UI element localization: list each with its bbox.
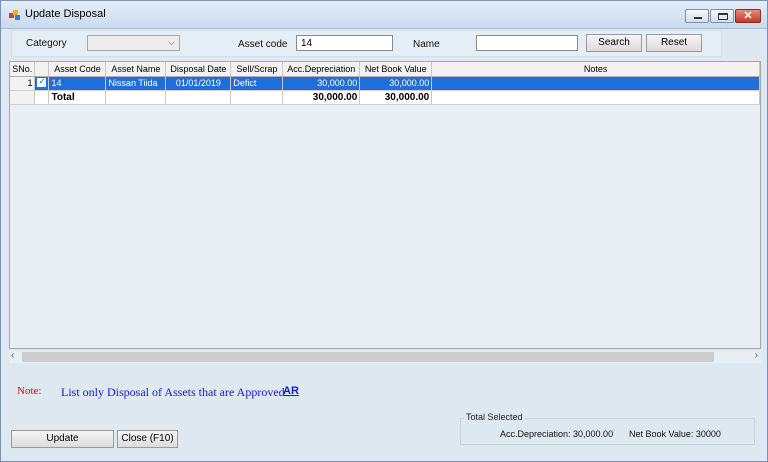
chevron-down-icon: ⌵	[168, 37, 175, 47]
close-window-button[interactable]: ✕	[735, 9, 761, 23]
total-row: Total 30,000.00 30,000.00	[10, 90, 760, 105]
asset-code-input[interactable]	[296, 35, 393, 51]
close-icon: ✕	[743, 10, 753, 22]
title-bar[interactable]: Update Disposal ✕	[1, 1, 767, 29]
column-header-asset-name[interactable]: Asset Name	[105, 62, 167, 77]
column-header-asset-code[interactable]: Asset Code	[48, 62, 107, 77]
row-sno: 1	[10, 76, 36, 91]
row-acc-depreciation: 30,000.00	[282, 76, 361, 91]
row-notes[interactable]	[431, 76, 760, 91]
total-acc-depreciation: 30,000.00	[282, 90, 361, 105]
name-label: Name	[413, 39, 440, 50]
note-text: List only Disposal of Assets that are Ap…	[61, 385, 288, 399]
minimize-button[interactable]	[685, 9, 709, 23]
note-label: Note:	[17, 385, 42, 397]
row-sell-scrap: Defict	[230, 76, 284, 91]
column-header-acc-depreciation[interactable]: Acc.Depreciation	[282, 62, 361, 77]
disposal-grid[interactable]: SNo. Asset Code Asset Name Disposal Date…	[9, 61, 761, 349]
name-input[interactable]	[476, 35, 578, 51]
row-asset-name: Nissan Tiida	[105, 76, 167, 91]
column-header-sno[interactable]: SNo.	[10, 62, 36, 77]
category-select[interactable]: ⌵	[87, 35, 180, 51]
ar-link[interactable]: AR	[283, 385, 299, 397]
column-header-sell-scrap[interactable]: Sell/Scrap	[230, 62, 284, 77]
row-net-book-value: 30,000.00	[359, 76, 433, 91]
total-label: Total	[48, 90, 107, 105]
column-header-net-book-value[interactable]: Net Book Value	[359, 62, 433, 77]
row-select-cell[interactable]	[34, 76, 50, 91]
row-asset-code: 14	[48, 76, 107, 91]
update-button[interactable]: Update	[11, 430, 114, 448]
row-checkbox[interactable]	[37, 76, 47, 87]
maximize-button[interactable]	[710, 9, 734, 23]
table-row[interactable]: 1 14 Nissan Tiida 01/01/2019 Defict 30,0…	[10, 76, 760, 91]
total-selected-legend: Total Selected	[464, 412, 525, 422]
column-header-disposal-date[interactable]: Disposal Date	[165, 62, 232, 77]
minimize-icon	[694, 17, 702, 19]
asset-code-label: Asset code	[238, 39, 288, 50]
horizontal-scrollbar[interactable]: ‹ ›	[9, 350, 761, 363]
category-label: Category	[26, 38, 67, 49]
column-header-select[interactable]	[34, 62, 50, 77]
column-header-notes[interactable]: Notes	[431, 62, 760, 77]
total-acc-depreciation-text: Acc.Depreciation: 30,000.00	[500, 429, 614, 439]
update-disposal-window: Update Disposal ✕ Category ⌵ Asset code …	[0, 0, 768, 462]
row-disposal-date: 01/01/2019	[165, 76, 232, 91]
window-title: Update Disposal	[25, 8, 106, 20]
maximize-icon	[718, 13, 728, 20]
scroll-left-icon[interactable]: ‹	[11, 350, 14, 361]
app-icon	[9, 10, 21, 21]
close-button[interactable]: Close (F10)	[117, 430, 178, 448]
total-net-book-value-text: Net Book Value: 30000	[629, 429, 721, 439]
total-net-book-value: 30,000.00	[359, 90, 433, 105]
scroll-right-icon[interactable]: ›	[755, 350, 758, 361]
reset-button[interactable]: Reset	[646, 34, 702, 52]
search-button[interactable]: Search	[586, 34, 642, 52]
scrollbar-thumb[interactable]	[22, 352, 714, 362]
